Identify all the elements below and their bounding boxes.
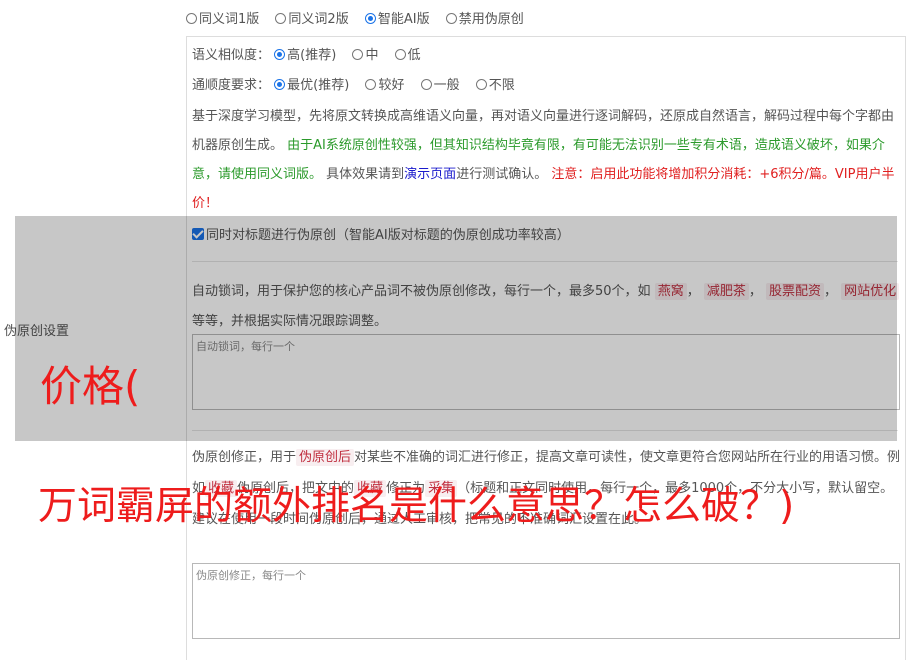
radio-icon xyxy=(475,79,487,90)
correction-text: 伪原创修正，用于 xyxy=(192,450,297,465)
mode-option-disable[interactable]: 禁用伪原创 xyxy=(445,12,524,27)
effect-text-after: 进行测试确认。 xyxy=(456,167,548,182)
fluency-row: 通顺度要求： 最优(推荐) 较好 一般 不限 xyxy=(192,76,527,96)
fluency-any[interactable]: 不限 xyxy=(475,78,515,93)
radio-icon xyxy=(275,13,287,24)
ai-description: 基于深度学习模型，先将原文转换成高维语义向量，再对语义向量进行逐词解码，还原成自… xyxy=(192,102,902,218)
fluency-normal[interactable]: 一般 xyxy=(420,78,460,93)
effect-text-before: 具体效果请到 xyxy=(326,167,405,182)
radio-icon xyxy=(445,13,457,24)
fluency-label: 通顺度要求： xyxy=(192,78,271,93)
mode-option-synonym1[interactable]: 同义词1版 xyxy=(186,12,259,27)
watermark-title-line2: 万词霸屏的额外排名是什么意思？怎么破？) xyxy=(38,484,795,529)
radio-selected-icon xyxy=(364,13,376,24)
similarity-row: 语义相似度： 高(推荐) 中 低 xyxy=(192,46,433,66)
radio-icon xyxy=(365,79,377,90)
gray-overlay xyxy=(15,216,897,441)
mode-option-synonym2[interactable]: 同义词2版 xyxy=(275,12,349,27)
fluency-best[interactable]: 最优(推荐) xyxy=(274,78,349,93)
radio-icon xyxy=(420,79,432,90)
fluency-good[interactable]: 较好 xyxy=(365,78,404,93)
radio-icon xyxy=(394,49,406,60)
radio-icon xyxy=(186,13,197,24)
radio-selected-icon xyxy=(274,49,286,60)
similarity-low[interactable]: 低 xyxy=(394,48,421,63)
radio-icon xyxy=(352,49,364,60)
correction-input[interactable] xyxy=(192,563,900,639)
mode-option-ai[interactable]: 智能AI版 xyxy=(364,12,430,27)
watermark-title-line1: 价格( xyxy=(40,362,141,411)
mode-selector: 同义词1版 同义词2版 智能AI版 禁用伪原创 xyxy=(186,10,536,30)
similarity-medium[interactable]: 中 xyxy=(352,48,378,63)
radio-selected-icon xyxy=(274,79,286,90)
similarity-high[interactable]: 高(推荐) xyxy=(274,48,336,63)
similarity-label: 语义相似度： xyxy=(192,48,271,63)
correction-tag: 伪原创后 xyxy=(296,449,355,466)
demo-page-link[interactable]: 演示页面 xyxy=(404,167,456,182)
